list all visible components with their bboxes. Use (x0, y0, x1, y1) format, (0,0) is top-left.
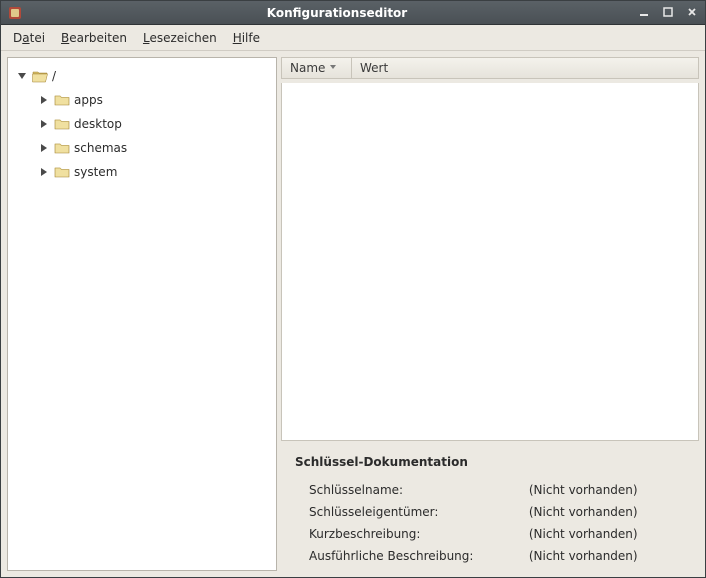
expander-down-icon[interactable] (16, 70, 28, 82)
tree-label: apps (74, 93, 103, 107)
column-value[interactable]: Wert (352, 58, 698, 78)
client-area: / apps desktop schemas system Name Wert (1, 51, 705, 577)
tree-label: schemas (74, 141, 127, 155)
key-doc-panel: Schlüssel-Dokumentation Schlüsselname: (N… (281, 445, 699, 571)
tree-item[interactable]: desktop (34, 112, 272, 136)
window-title: Konfigurationseditor (29, 6, 705, 20)
minimize-button[interactable] (635, 4, 653, 20)
titlebar[interactable]: Konfigurationseditor (1, 1, 705, 25)
folder-open-icon (32, 69, 48, 83)
folder-icon (54, 93, 70, 107)
doc-heading: Schlüssel-Dokumentation (295, 455, 687, 469)
folder-icon (54, 141, 70, 155)
doc-label: Kurzbeschreibung: (309, 527, 523, 541)
doc-value: (Nicht vorhanden) (529, 505, 687, 519)
menu-help[interactable]: Hilfe (227, 28, 266, 48)
doc-label: Schlüsseleigentümer: (309, 505, 523, 519)
column-name[interactable]: Name (282, 58, 352, 78)
tree-label: system (74, 165, 117, 179)
doc-label: Ausführliche Beschreibung: (309, 549, 523, 563)
right-pane: Name Wert Schlüssel-Dokumentation Schlüs… (281, 57, 699, 571)
tree-label: desktop (74, 117, 122, 131)
tree-item[interactable]: apps (34, 88, 272, 112)
folder-icon (54, 165, 70, 179)
list-body[interactable] (281, 83, 699, 441)
tree-label: / (52, 69, 56, 83)
menu-edit[interactable]: Bearbeiten (55, 28, 133, 48)
column-label: Name (290, 61, 325, 75)
sort-indicator-icon (329, 63, 337, 74)
tree-item[interactable]: system (34, 160, 272, 184)
tree-item[interactable]: schemas (34, 136, 272, 160)
doc-label: Schlüsselname: (309, 483, 523, 497)
expander-right-icon[interactable] (38, 118, 50, 130)
tree: / apps desktop schemas system (12, 64, 272, 184)
doc-value: (Nicht vorhanden) (529, 483, 687, 497)
menubar: Datei Bearbeiten Lesezeichen Hilfe (1, 25, 705, 51)
column-label: Wert (360, 61, 388, 75)
doc-value: (Nicht vorhanden) (529, 527, 687, 541)
list-header: Name Wert (281, 57, 699, 79)
expander-right-icon[interactable] (38, 142, 50, 154)
expander-right-icon[interactable] (38, 94, 50, 106)
expander-right-icon[interactable] (38, 166, 50, 178)
doc-table: Schlüsselname: (Nicht vorhanden) Schlüssel… (309, 483, 687, 563)
tree-root[interactable]: / (12, 64, 272, 88)
window-controls (635, 4, 701, 20)
menu-bookmarks[interactable]: Lesezeichen (137, 28, 223, 48)
close-button[interactable] (683, 4, 701, 20)
tree-pane[interactable]: / apps desktop schemas system (7, 57, 277, 571)
folder-icon (54, 117, 70, 131)
maximize-button[interactable] (659, 4, 677, 20)
menu-file[interactable]: Datei (7, 28, 51, 48)
application-window: Konfigurationseditor Datei Bearbeiten Le… (0, 0, 706, 578)
app-icon (7, 5, 23, 21)
doc-value: (Nicht vorhanden) (529, 549, 687, 563)
